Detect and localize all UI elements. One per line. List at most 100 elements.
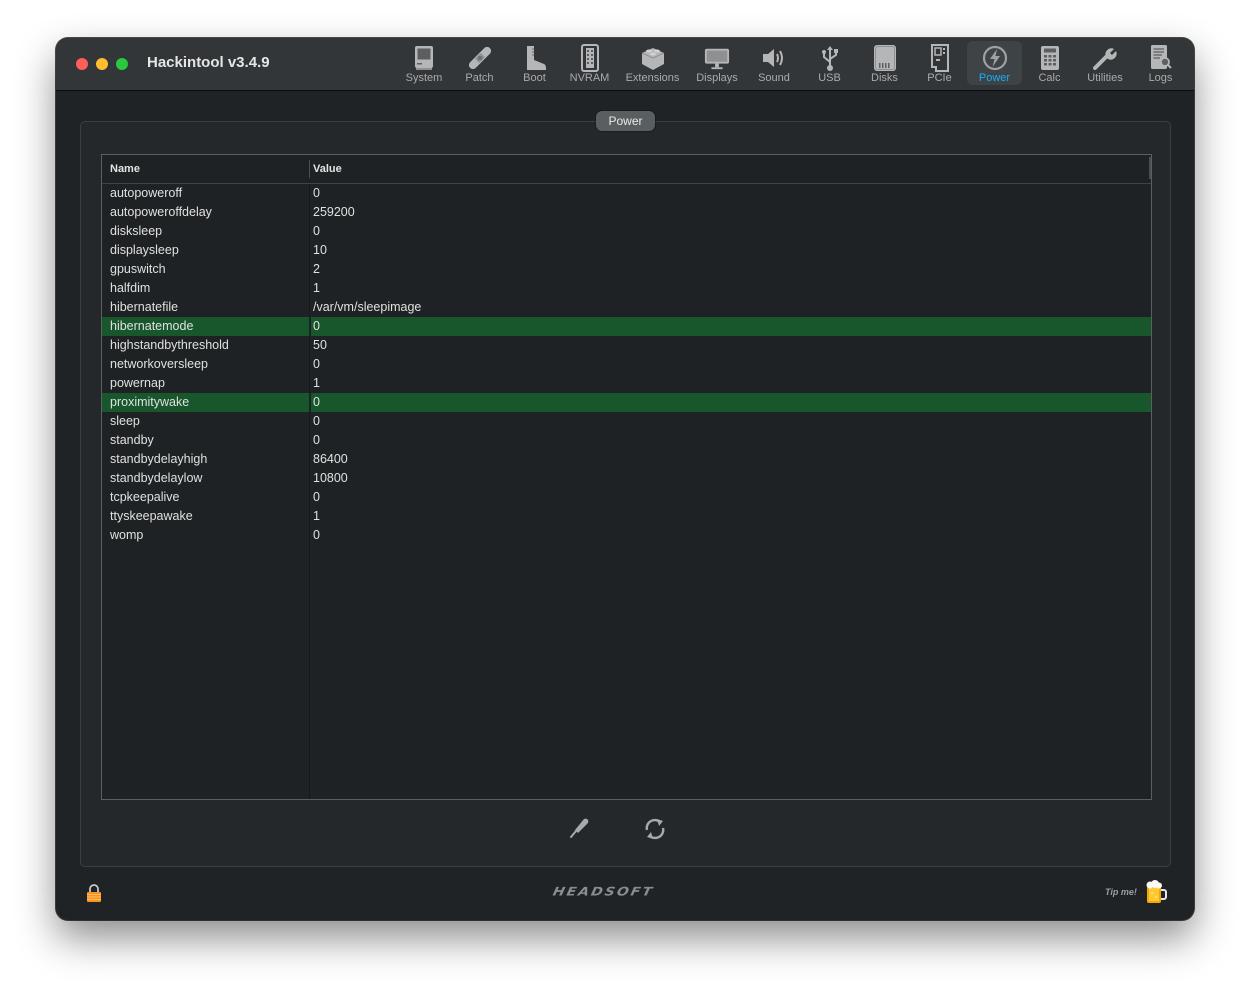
cell-value: 10 [313,243,327,257]
boot-icon [522,44,548,72]
toolbar-item-patch[interactable]: Patch [452,41,507,85]
title-bar: Hackintool v3.4.9 System Patch Boot NVRA… [56,38,1194,91]
toolbar-item-sound[interactable]: Sound [746,41,802,85]
toolbar-item-usb[interactable]: USB [802,41,857,85]
refresh-button[interactable] [642,816,668,842]
cell-value: 259200 [313,205,355,219]
cell-value: 10800 [313,471,348,485]
cell-name: highstandbythreshold [110,338,229,352]
cell-name: hibernatemode [110,319,194,333]
cell-value: 0 [313,433,320,447]
table-row[interactable]: standbydelayhigh 86400 [102,450,1151,469]
cell-name: ttyskeepawake [110,509,193,523]
group-title-power: Power [596,111,655,131]
power-settings-table[interactable]: Name Value autopoweroff 0 autopoweroffdela… [101,154,1152,800]
table-row[interactable]: disksleep 0 [102,222,1151,241]
table-header: Name Value [102,155,1151,184]
cell-name: autopoweroff [110,186,183,200]
lock-button[interactable] [86,884,102,902]
table-row[interactable]: proximitywake 0 [102,393,1151,412]
minimize-window-button[interactable] [96,58,108,70]
toolbar-item-disks[interactable]: Disks [857,41,912,85]
display-icon [704,44,730,72]
cell-name: proximitywake [110,395,190,409]
cell-name: womp [110,528,144,542]
disk-icon [872,44,898,72]
row-cell-divider [309,393,311,412]
toolbar-item-extensions[interactable]: Extensions [617,41,688,85]
pcie-card-icon [927,44,953,72]
cell-name: gpuswitch [110,262,166,276]
table-row[interactable]: standby 0 [102,431,1151,450]
cell-name: powernap [110,376,165,390]
beer-mug-icon [1145,880,1167,909]
toolbar-item-utilities[interactable]: Utilities [1077,41,1133,85]
column-divider[interactable] [309,160,310,178]
lock-icon [86,884,102,906]
log-search-icon [1148,44,1174,72]
cell-name: sleep [110,414,140,428]
column-header-value[interactable]: Value [313,155,342,183]
window-title: Hackintool v3.4.9 [147,54,270,71]
table-row[interactable]: gpuswitch 2 [102,260,1151,279]
cell-name: autopoweroffdelay [110,205,212,219]
refresh-icon [642,818,668,846]
headsoft-logo: HEADSOFT [551,885,656,899]
calculator-icon [1037,44,1063,72]
cell-name: disksleep [110,224,163,238]
table-row[interactable]: hibernatemode 0 [102,317,1151,336]
toolbar-item-power[interactable]: Power [967,41,1022,85]
cell-value: 0 [313,395,320,409]
toolbar-item-calc[interactable]: Calc [1022,41,1077,85]
table-row[interactable]: sleep 0 [102,412,1151,431]
lego-brick-icon [640,44,666,72]
toolbar-item-boot[interactable]: Boot [507,41,562,85]
cell-value: 50 [313,338,327,352]
table-body: autopoweroff 0 autopoweroffdelay 259200 disk… [102,184,1151,545]
toolbar-item-nvram[interactable]: NVRAM [562,41,617,85]
computer-icon [411,44,437,72]
table-row[interactable]: hibernatefile/var/vm/sleepimage [102,298,1151,317]
cell-value: 1 [313,376,320,390]
cell-name: halfdim [110,281,151,295]
cell-name: standbydelayhigh [110,452,208,466]
table-row[interactable]: standbydelaylow 10800 [102,469,1151,488]
cell-name: tcpkeepalive [110,490,180,504]
toolbar-item-pcie[interactable]: PCIe [912,41,967,85]
table-row[interactable]: halfdim 1 [102,279,1151,298]
pencil-icon [568,818,592,844]
table-row[interactable]: highstandbythreshold 50 [102,336,1151,355]
table-row[interactable]: powernap 1 [102,374,1151,393]
column-header-name[interactable]: Name [110,155,140,183]
zoom-window-button[interactable] [116,58,128,70]
cell-name: networkoversleep [110,357,208,371]
bandage-icon [467,44,493,72]
cell-value: 0 [313,186,320,200]
column-end-divider [1149,157,1151,179]
speaker-icon [761,44,787,72]
table-row[interactable]: autopoweroff 0 [102,184,1151,203]
cell-value: 0 [313,357,320,371]
table-row[interactable]: tcpkeepalive 0 [102,488,1151,507]
table-row[interactable]: networkoversleep 0 [102,355,1151,374]
table-row[interactable]: autopoweroffdelay 259200 [102,203,1151,222]
cell-value: 0 [313,528,320,542]
toolbar-item-system[interactable]: System [396,41,452,85]
tip-me-button[interactable] [1145,879,1167,905]
cell-name: hibernatefile [110,300,179,314]
wrench-icon [1092,44,1118,72]
cell-name: standbydelaylow [110,471,203,485]
cell-value: 0 [313,414,320,428]
toolbar-item-logs[interactable]: Logs [1133,41,1188,85]
tip-me-label[interactable]: Tip me! [1105,887,1137,897]
cell-name: displaysleep [110,243,179,257]
power-bolt-icon [982,44,1008,72]
edit-button[interactable] [568,816,592,840]
toolbar-item-displays[interactable]: Displays [688,41,746,85]
table-row[interactable]: displaysleep 10 [102,241,1151,260]
table-row[interactable]: womp 0 [102,526,1151,545]
close-window-button[interactable] [76,58,88,70]
table-row[interactable]: ttyskeepawake 1 [102,507,1151,526]
app-window: Hackintool v3.4.9 System Patch Boot NVRA… [56,38,1194,920]
cell-value: 86400 [313,452,348,466]
